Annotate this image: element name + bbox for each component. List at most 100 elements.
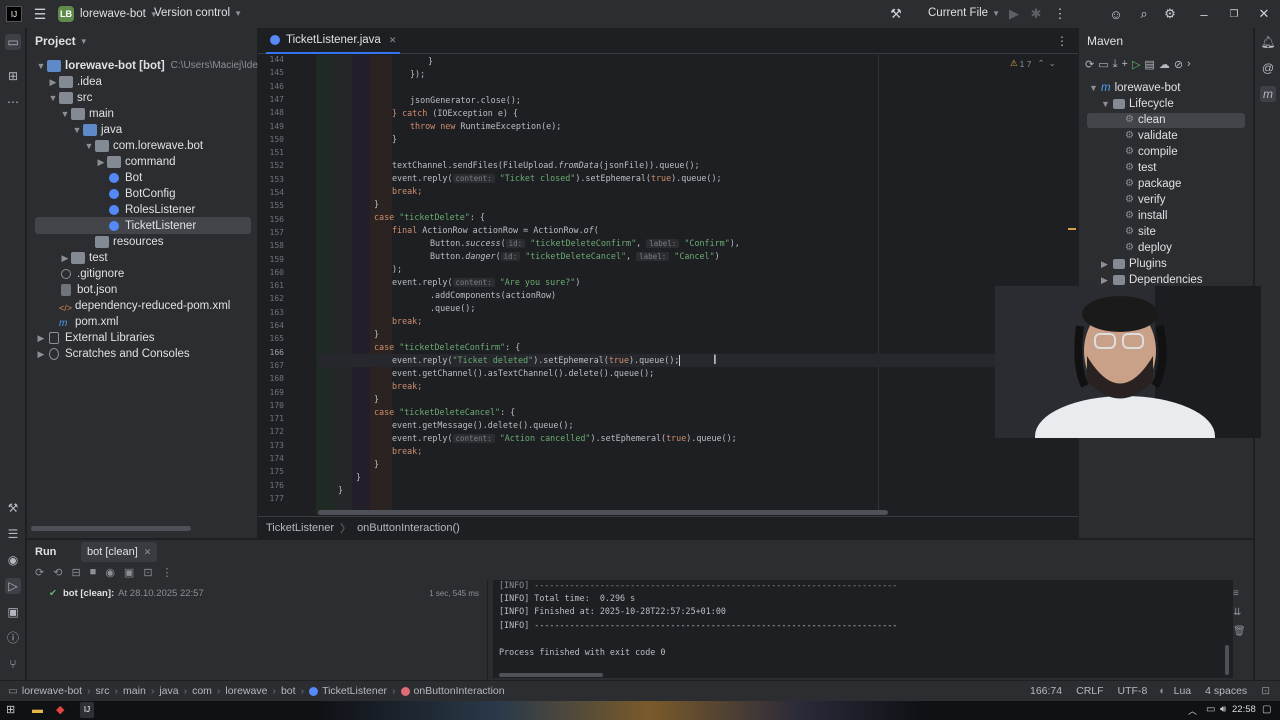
terminal-icon[interactable]: ▣ <box>5 604 21 620</box>
close-icon[interactable]: ✕ <box>389 35 397 46</box>
hammer-icon[interactable]: ⚒ <box>888 6 904 22</box>
vertical-scrollbar[interactable] <box>1225 645 1229 675</box>
tray-chevron-icon[interactable]: ︿ <box>1188 704 1197 717</box>
tree-item-root[interactable]: ▼ lorewave-bot [bot] C:\Users\Maciej\Ide… <box>35 58 279 74</box>
horizontal-scrollbar[interactable] <box>31 526 191 531</box>
git-icon[interactable]: ⑂ <box>5 656 21 672</box>
network-icon[interactable]: ▭ <box>1206 704 1215 715</box>
horizontal-scrollbar[interactable] <box>499 673 603 677</box>
breadcrumb-item[interactable]: TicketListener <box>266 522 334 534</box>
volume-icon[interactable]: 🔊︎ <box>1220 704 1226 715</box>
problems-icon[interactable]: ⓘ <box>5 630 21 646</box>
maximize-icon[interactable]: ❐ <box>1226 6 1242 22</box>
tree-item-resources[interactable]: resources <box>83 234 164 250</box>
structure-icon[interactable]: ⊞ <box>5 68 21 84</box>
windows-start-icon[interactable]: ⊞ <box>6 704 18 716</box>
view-icon[interactable]: ◉ <box>105 566 115 579</box>
browser-icon[interactable]: ◆ <box>56 704 68 716</box>
status-path-item[interactable]: onButtonInteraction <box>414 685 505 697</box>
download-icon[interactable]: ⤓ <box>1113 58 1118 71</box>
rerun-failed-icon[interactable]: ⟲ <box>53 566 62 579</box>
tree-item-idea[interactable]: ▶ .idea <box>47 74 102 90</box>
tree-item-package[interactable]: ▼ com.lorewave.bot <box>83 138 203 154</box>
maven-project-row[interactable]: ▼ m lorewave-bot <box>1089 80 1180 96</box>
tree-item-ticketlistener[interactable]: TicketListener <box>107 218 196 234</box>
tree-item-bot[interactable]: Bot <box>107 170 142 186</box>
tree-item-botconfig[interactable]: BotConfig <box>107 186 176 202</box>
project-switcher[interactable]: LB lorewave-bot ▼ <box>58 6 158 22</box>
scroll-to-end-icon[interactable]: ⇊ <box>1233 607 1246 618</box>
toggle-icon[interactable]: ▤ <box>1144 58 1154 71</box>
notification-center-icon[interactable]: ▢ <box>1262 704 1271 715</box>
caret-position[interactable]: 166:74 <box>1030 685 1062 697</box>
line-separator[interactable]: CRLF <box>1076 685 1103 697</box>
status-path-item[interactable]: bot <box>281 685 296 697</box>
tab-run[interactable]: Run <box>35 542 56 562</box>
maven-goal-compile[interactable]: ⚙ compile <box>1125 144 1178 160</box>
minimize-icon[interactable]: – <box>1196 6 1212 22</box>
toggle-tree-icon[interactable]: ⊟ <box>71 566 80 579</box>
status-path-item[interactable]: java <box>159 685 178 697</box>
indent-setting[interactable]: 4 spaces <box>1205 685 1247 697</box>
close-icon[interactable]: ✕ <box>1256 6 1272 22</box>
maven-goal-deploy[interactable]: ⚙ deploy <box>1125 240 1172 256</box>
run-icon[interactable]: ▶ <box>1006 6 1022 22</box>
pin-icon[interactable]: ⊡ <box>143 566 152 579</box>
maven-goal-test[interactable]: ⚙ test <box>1125 160 1157 176</box>
code-area[interactable]: } }); jsonGenerator.close(); } catch (IO… <box>318 55 1078 515</box>
status-path-item[interactable]: TicketListener <box>322 685 387 697</box>
ai-assistant-icon[interactable]: @ <box>1260 60 1276 76</box>
maven-goal-clean[interactable]: ⚙ clean <box>1125 112 1165 128</box>
maven-goal-package[interactable]: ⚙ package <box>1125 176 1181 192</box>
tree-item-scratches[interactable]: ▶ Scratches and Consoles <box>35 346 190 362</box>
horizontal-scrollbar[interactable] <box>318 510 888 515</box>
debug-icon[interactable]: ✱ <box>1028 6 1044 22</box>
tree-item-main[interactable]: ▼ main <box>59 106 114 122</box>
maven-goal-verify[interactable]: ⚙ verify <box>1125 192 1165 208</box>
maven-goal-validate[interactable]: ⚙ validate <box>1125 128 1178 144</box>
tree-item-botjson[interactable]: bot.json <box>47 282 117 298</box>
tree-item-external-libraries[interactable]: ▶ External Libraries <box>35 330 154 346</box>
maven-goal-install[interactable]: ⚙ install <box>1125 208 1167 224</box>
tree-item-src[interactable]: ▼ src <box>47 90 92 106</box>
breadcrumb-item[interactable]: onButtonInteraction() <box>357 522 460 534</box>
run-tree-item[interactable]: ✔ bot [clean]: At 28.10.2025 22:57 1 sec… <box>49 588 479 599</box>
soft-wrap-icon[interactable]: ≡ <box>1233 588 1246 599</box>
more-icon[interactable]: ⋮ <box>162 566 173 579</box>
tab-run-config[interactable]: bot [clean] ✕ <box>81 542 158 562</box>
more-icon[interactable]: ⋮ <box>1052 6 1068 22</box>
run-icon[interactable]: ▷ <box>1132 58 1140 71</box>
tree-item-roleslistener[interactable]: RolesListener <box>107 202 195 218</box>
rerun-icon[interactable]: ⟳ <box>35 566 44 579</box>
file-language[interactable]: Lua <box>1174 685 1192 697</box>
maven-plugins-row[interactable]: ▶ Plugins <box>1101 256 1167 272</box>
tree-item-test[interactable]: ▶ test <box>59 250 108 266</box>
run-config-select[interactable]: Current File ▼ <box>928 7 1000 19</box>
todo-icon[interactable]: ☰ <box>5 526 21 542</box>
vcs-widget[interactable]: Version control ▼ <box>154 7 242 19</box>
file-encoding[interactable]: UTF-8 <box>1118 685 1148 697</box>
notifications-icon[interactable]: 🔔︎ <box>1260 34 1276 50</box>
skip-tests-icon[interactable]: ⊘ <box>1174 58 1183 71</box>
maven-lifecycle-row[interactable]: ▼ Lifecycle <box>1101 96 1174 112</box>
more-tools-icon[interactable]: ⋯ <box>5 94 21 110</box>
camera-icon[interactable]: ▣ <box>124 566 134 579</box>
add-icon[interactable]: + <box>1122 58 1128 71</box>
account-icon[interactable]: ☺ <box>1108 6 1124 22</box>
offline-icon[interactable]: ☁ <box>1159 58 1170 71</box>
more-icon[interactable]: › <box>1187 58 1191 71</box>
console-output[interactable]: [INFO] ---------------------------------… <box>493 580 1233 678</box>
run-tool-icon[interactable]: ▷ <box>5 578 21 594</box>
close-icon[interactable]: ✕ <box>144 547 152 558</box>
project-header[interactable]: Project ▼ <box>27 28 257 54</box>
status-path-item[interactable]: lorewave-bot <box>22 685 82 697</box>
tree-item-command[interactable]: ▶ command <box>95 154 176 170</box>
app-logo-icon[interactable]: IJ <box>6 6 22 22</box>
file-explorer-icon[interactable]: ▬ <box>32 704 44 716</box>
hamburger-icon[interactable]: ☰ <box>32 6 48 22</box>
tree-item-java[interactable]: ▼ java <box>71 122 122 138</box>
maven-goal-site[interactable]: ⚙ site <box>1125 224 1156 240</box>
reload-icon[interactable]: ⟳ <box>1085 58 1094 71</box>
tree-item-dependency-pom[interactable]: </> dependency-reduced-pom.xml <box>47 298 230 314</box>
folder-icon[interactable]: ▭ <box>1098 58 1108 71</box>
